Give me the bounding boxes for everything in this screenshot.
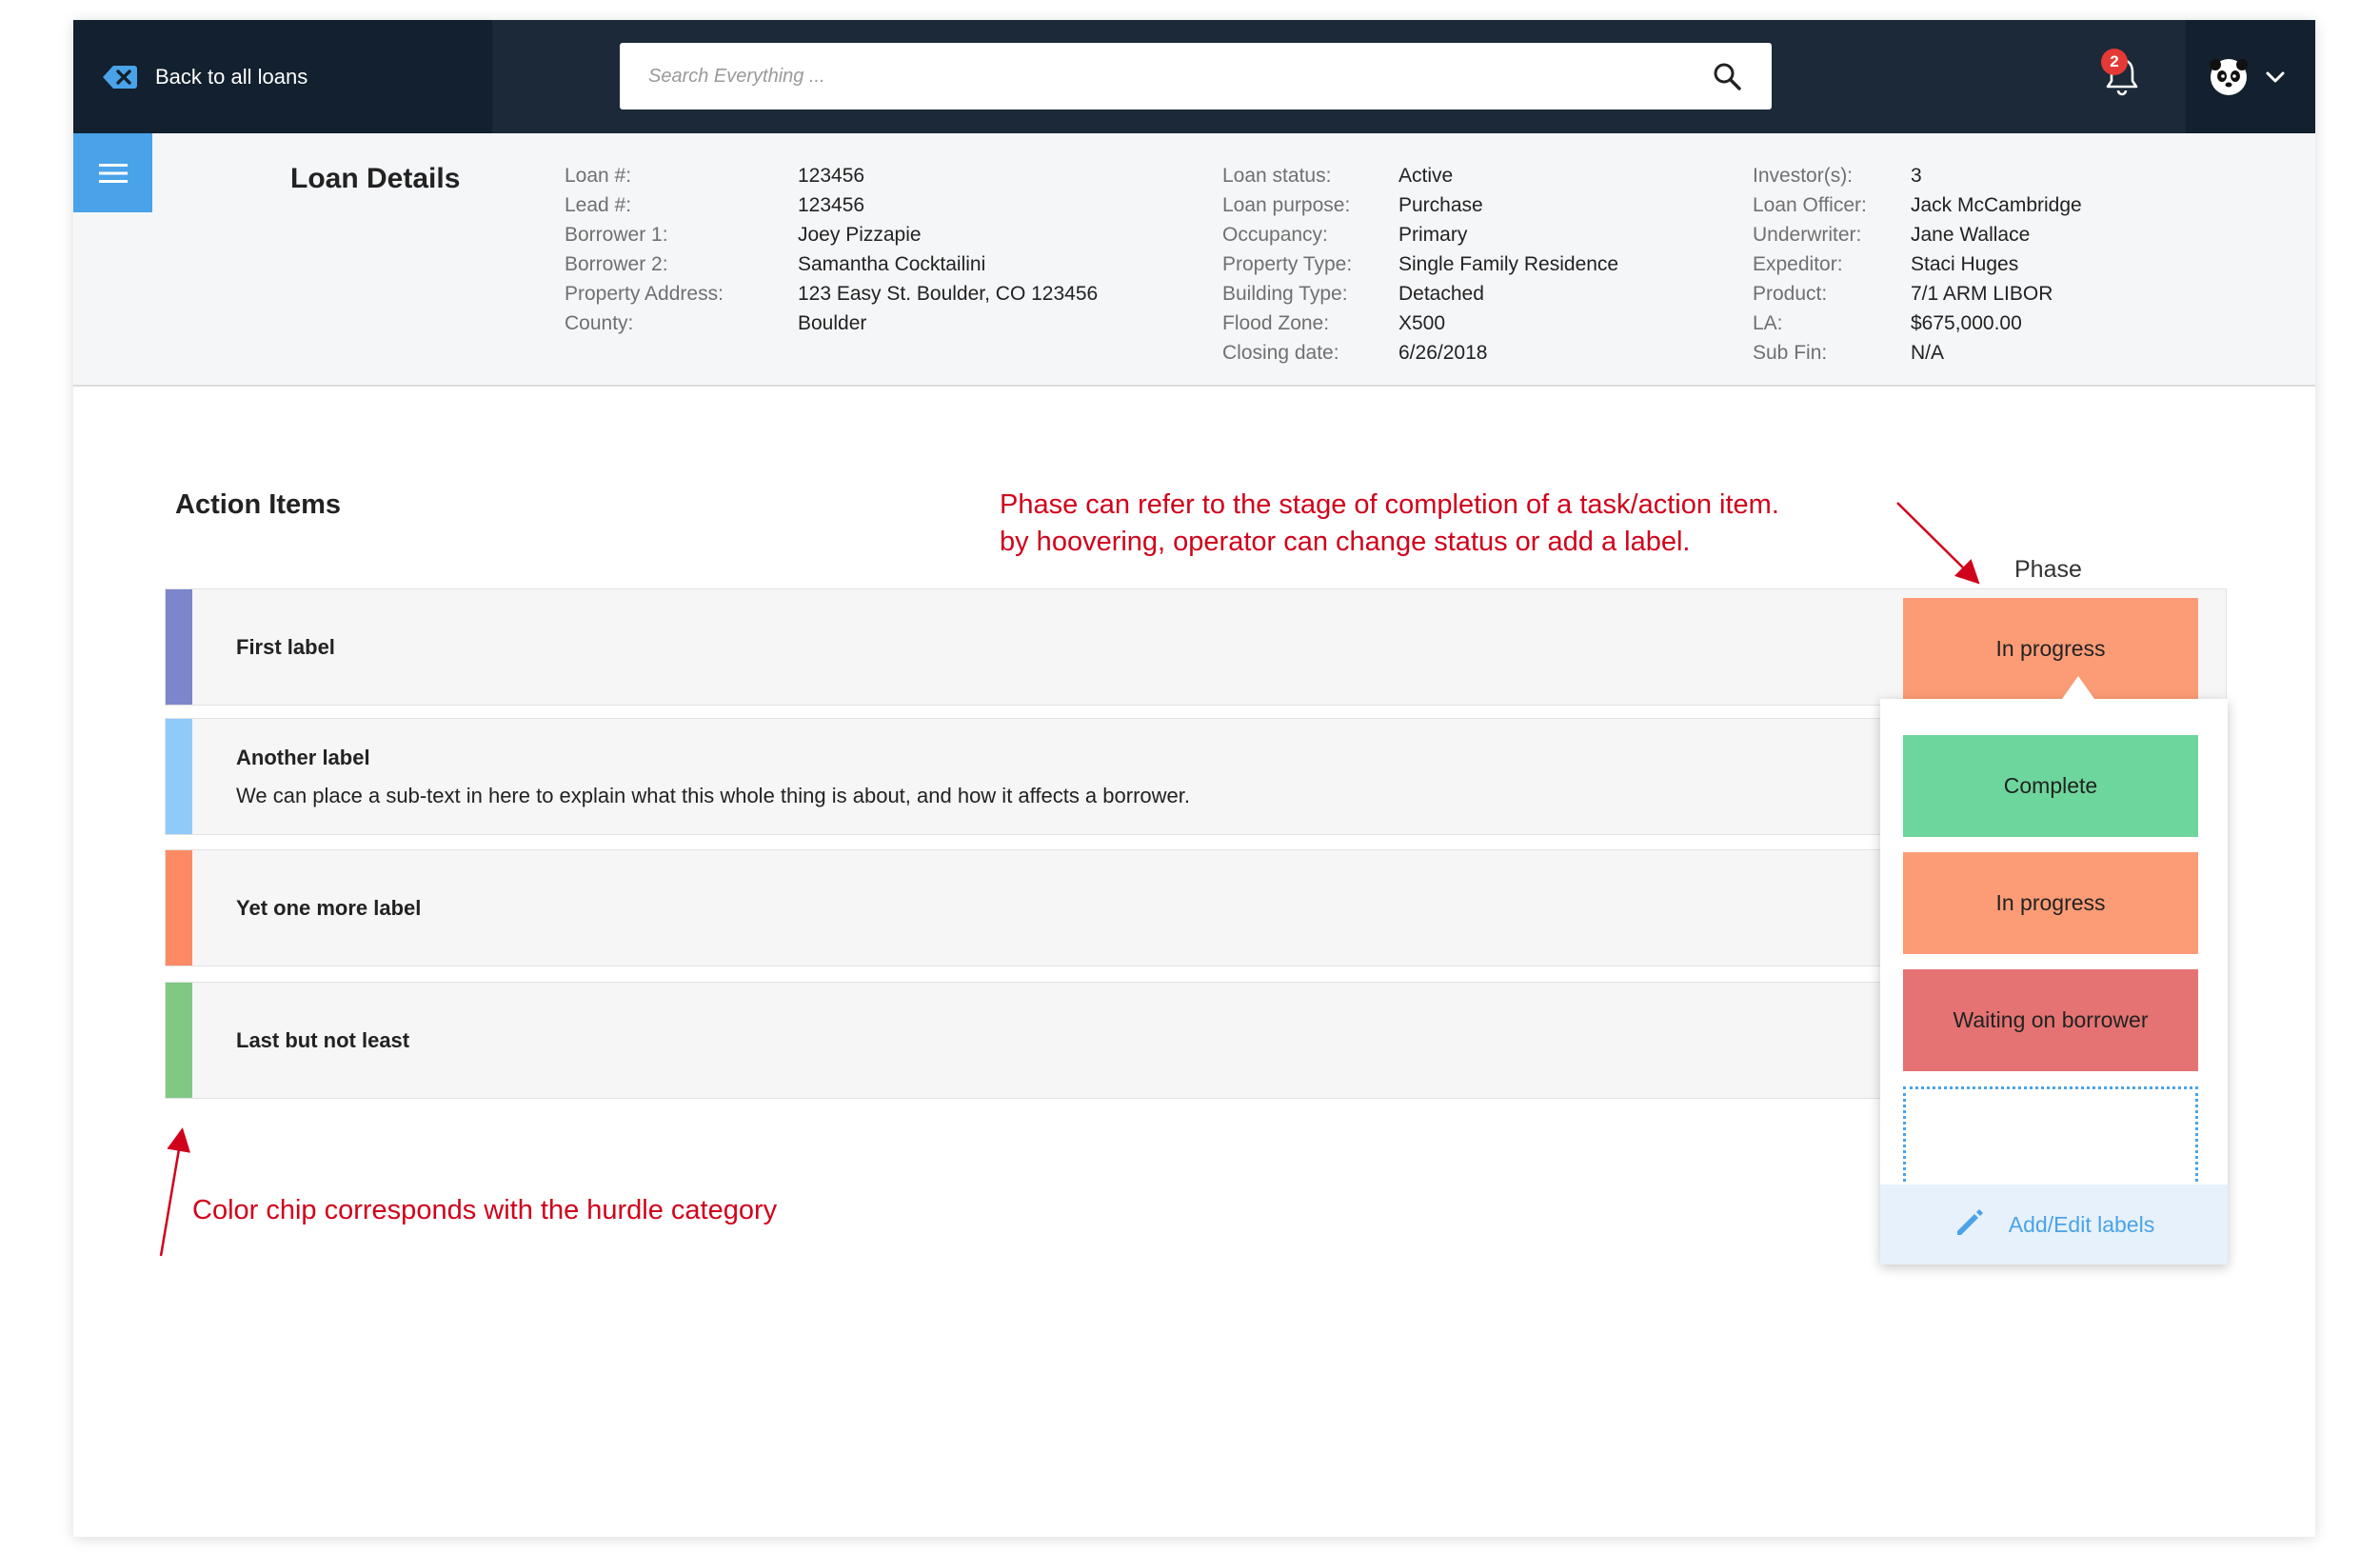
app-frame: Back to all loans 2 (73, 20, 2315, 1537)
color-chip-annotation: Color chip corresponds with the hurdle c… (192, 1195, 778, 1225)
annotation-arrow-chip (159, 1127, 190, 1257)
annotation-arrows (159, 502, 1980, 1257)
annotation-arrow-phase (1896, 502, 1980, 585)
